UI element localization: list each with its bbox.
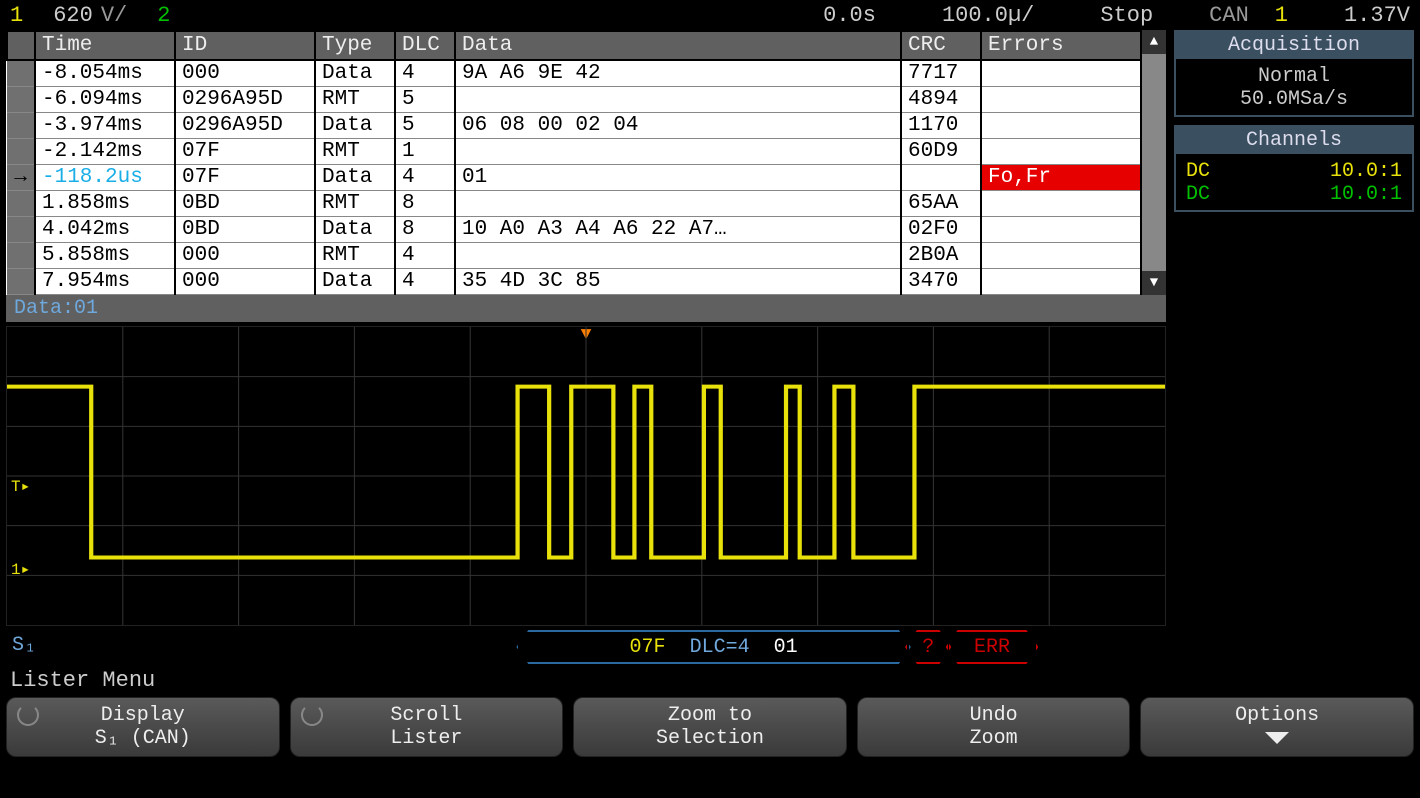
table-row[interactable]: 7.954ms000Data435 4D 3C 853470	[7, 269, 1141, 295]
softkey-zoom-to-selection[interactable]: Zoom toSelection	[573, 697, 847, 757]
acq-mode: Normal	[1176, 65, 1412, 88]
decode-bar: S₁ 07F DLC=4 01 ? ERR	[6, 630, 1166, 664]
col-errors: Errors	[981, 31, 1141, 60]
decode-unknown: ?	[905, 630, 951, 664]
menu-title: Lister Menu	[0, 664, 1420, 697]
table-row[interactable]: 5.858ms000RMT42B0A	[7, 243, 1141, 269]
col-id: ID	[175, 31, 315, 60]
run-state: Stop	[1100, 3, 1153, 28]
table-row[interactable]: 4.042ms0BDData810 A0 A3 A4 A6 22 A7…02F0	[7, 217, 1141, 243]
softkey-scroll[interactable]: ScrollLister	[290, 697, 564, 757]
bus-channel: 1	[1275, 3, 1288, 28]
col-data: Data	[455, 31, 901, 60]
row-pointer: →	[7, 165, 35, 191]
time-offset: 0.0s	[823, 3, 876, 28]
data-label: Data:01	[6, 295, 1166, 322]
softkey-bar: DisplayS₁ (CAN) ScrollLister Zoom toSele…	[0, 697, 1420, 763]
ch2-indicator: 2	[157, 3, 170, 28]
rotary-icon	[17, 704, 39, 726]
table-row[interactable]: -3.974ms0296A95DData506 08 00 02 041170	[7, 113, 1141, 139]
top-status-bar: 1 620V/ 2 0.0s 100.0µ/ Stop CAN 1 1.37V	[0, 0, 1420, 30]
ch1-indicator: 1	[10, 3, 23, 28]
bus-label: CAN	[1209, 3, 1249, 28]
acquisition-panel: Acquisition Normal 50.0MSa/s	[1174, 30, 1414, 117]
row-pointer	[7, 217, 35, 243]
table-row[interactable]: -6.094ms0296A95DRMT54894	[7, 87, 1141, 113]
lister-header-row: Time ID Type DLC Data CRC Errors	[7, 31, 1141, 60]
table-row[interactable]: 1.858ms0BDRMT865AA	[7, 191, 1141, 217]
softkey-undo-zoom[interactable]: UndoZoom	[857, 697, 1131, 757]
row-pointer	[7, 87, 35, 113]
table-row[interactable]: →-118.2us07FData401Fo,Fr	[7, 165, 1141, 191]
softkey-display[interactable]: DisplayS₁ (CAN)	[6, 697, 280, 757]
channels-panel: Channels DC 10.0:1 DC 10.0:1	[1174, 125, 1414, 212]
decode-frame: 07F DLC=4 01	[516, 630, 910, 664]
row-pointer	[7, 269, 35, 295]
col-type: Type	[315, 31, 395, 60]
scroll-down-button[interactable]: ▼	[1142, 271, 1166, 295]
time-div: 100.0µ/	[942, 3, 1034, 28]
row-pointer	[7, 60, 35, 87]
scroll-up-button[interactable]: ▲	[1142, 30, 1166, 54]
col-dlc: DLC	[395, 31, 455, 60]
measurement: 1.37V	[1344, 3, 1410, 28]
rotary-icon	[301, 704, 323, 726]
acq-rate: 50.0MSa/s	[1176, 88, 1412, 111]
serial-bus-label: S₁	[12, 634, 36, 657]
acquisition-title: Acquisition	[1176, 32, 1412, 59]
row-pointer	[7, 139, 35, 165]
lister-scrollbar[interactable]: ▲ ▼	[1142, 30, 1166, 295]
chevron-down-icon	[1265, 732, 1289, 744]
col-time: Time	[35, 31, 175, 60]
table-row[interactable]: -2.142ms07FRMT160D9	[7, 139, 1141, 165]
lister-table[interactable]: Time ID Type DLC Data CRC Errors -8.054m…	[6, 30, 1142, 295]
row-pointer	[7, 243, 35, 269]
lister-table-wrap: Time ID Type DLC Data CRC Errors -8.054m…	[6, 30, 1166, 295]
col-crc: CRC	[901, 31, 981, 60]
vdiv-value: 620	[53, 3, 93, 28]
row-pointer	[7, 113, 35, 139]
channel-row: DC 10.0:1	[1176, 183, 1412, 206]
table-row[interactable]: -8.054ms000Data49A A6 9E 427717	[7, 60, 1141, 87]
channels-title: Channels	[1176, 127, 1412, 154]
softkey-options[interactable]: Options	[1140, 697, 1414, 757]
waveform-display[interactable]: ▼ T▸ 1▸	[6, 326, 1166, 626]
channel-row: DC 10.0:1	[1176, 160, 1412, 183]
decode-error: ERR	[946, 630, 1039, 664]
row-pointer	[7, 191, 35, 217]
